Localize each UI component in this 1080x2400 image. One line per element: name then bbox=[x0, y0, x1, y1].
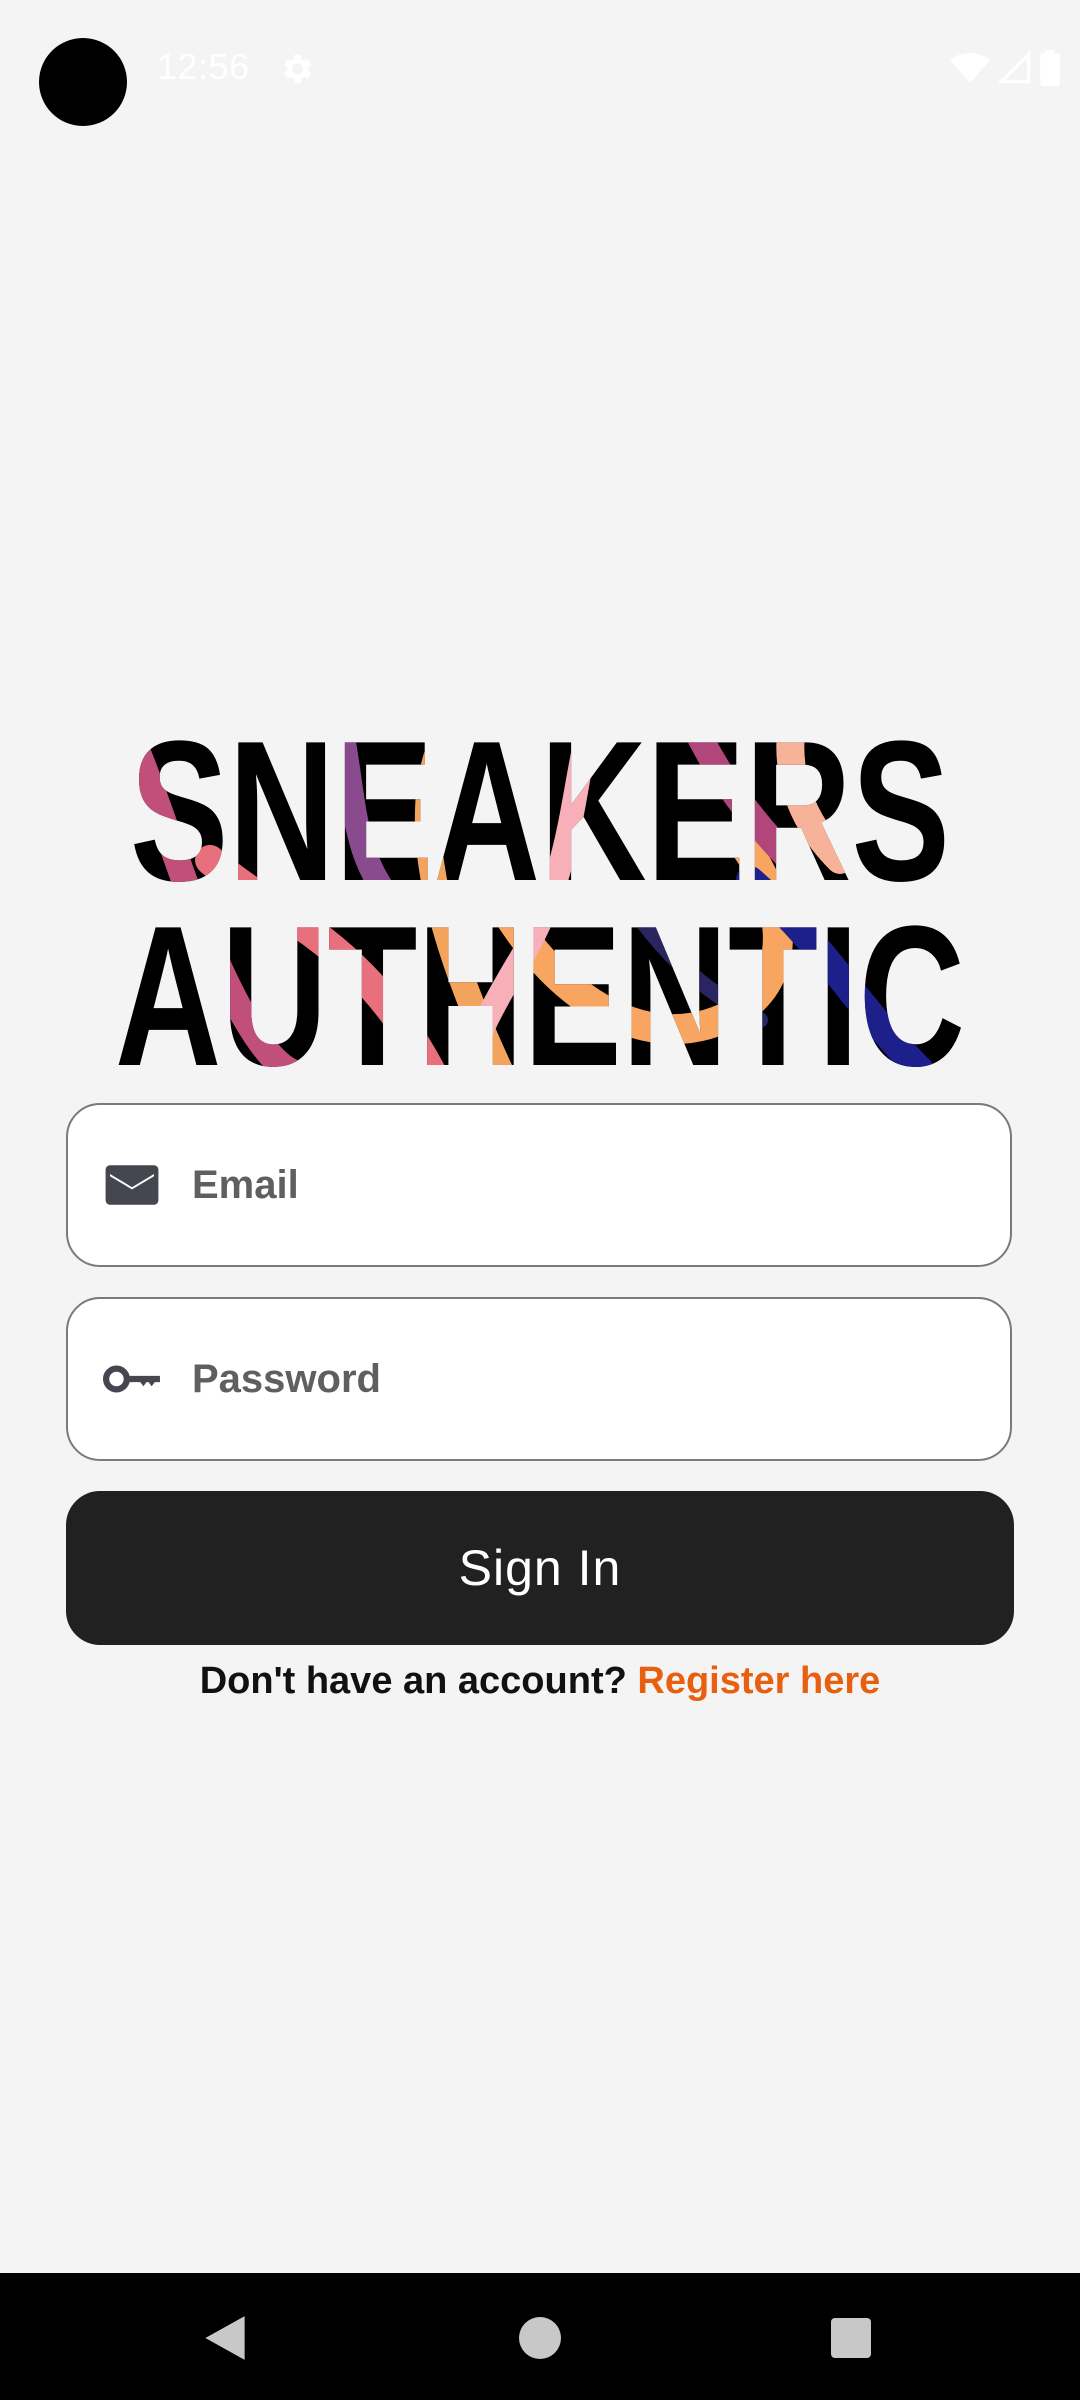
camera-cutout bbox=[39, 38, 127, 126]
register-prompt-row: Don't have an account? Register here bbox=[0, 1660, 1080, 1703]
wifi-icon bbox=[950, 53, 990, 83]
settings-gear-icon bbox=[283, 54, 312, 84]
home-icon[interactable] bbox=[505, 2303, 575, 2373]
cell-signal-icon bbox=[998, 51, 1031, 84]
battery-icon bbox=[1040, 50, 1060, 86]
sneakers-authentic-logo: SNEAKERS AUTHENTIC SNEAKERS AUTHENTIC bbox=[115, 700, 965, 1070]
password-input[interactable] bbox=[192, 1299, 982, 1459]
status-bar: 12:56 bbox=[0, 0, 1080, 140]
recents-icon[interactable] bbox=[816, 2303, 886, 2373]
back-icon[interactable] bbox=[190, 2303, 260, 2373]
key-icon bbox=[102, 1349, 162, 1409]
email-field[interactable] bbox=[66, 1103, 1012, 1267]
navigation-bar bbox=[0, 2273, 1080, 2400]
sign-in-button[interactable]: Sign In bbox=[66, 1491, 1014, 1645]
status-time: 12:56 bbox=[157, 46, 250, 87]
email-input[interactable] bbox=[192, 1105, 982, 1265]
password-field[interactable] bbox=[66, 1297, 1012, 1461]
register-prompt-text: Don't have an account? bbox=[199, 1660, 627, 1702]
status-icons bbox=[950, 48, 1060, 88]
mail-icon bbox=[102, 1155, 162, 1215]
register-link[interactable]: Register here bbox=[637, 1660, 880, 1702]
